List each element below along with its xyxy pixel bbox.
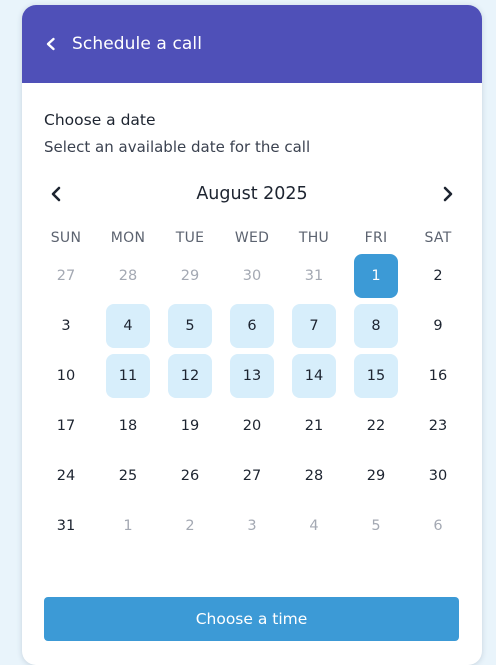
next-month-button[interactable] — [436, 182, 460, 206]
chevron-left-icon — [51, 186, 61, 202]
calendar-day[interactable]: 6 — [230, 304, 274, 348]
weekday-label: THU — [298, 230, 330, 246]
calendar-day: 2 — [433, 268, 443, 284]
content: Choose a date Select an available date f… — [22, 83, 482, 548]
calendar-day: 24 — [56, 468, 76, 484]
calendar-day[interactable]: 7 — [292, 304, 336, 348]
calendar-day[interactable]: 13 — [230, 354, 274, 398]
calendar-day[interactable]: 15 — [354, 354, 398, 398]
calendar-day: 17 — [56, 418, 76, 434]
calendar-day: 2 — [185, 518, 195, 534]
calendar-day: 3 — [61, 318, 71, 334]
calendar-day: 9 — [433, 318, 443, 334]
month-label: August 2025 — [196, 184, 308, 204]
schedule-call-card: Schedule a call Choose a date Select an … — [22, 5, 482, 665]
calendar-day: 20 — [242, 418, 262, 434]
section-subtitle: Select an available date for the call — [44, 138, 311, 156]
header-bar: Schedule a call — [22, 5, 482, 83]
chevron-right-icon — [443, 186, 453, 202]
calendar-day-selected[interactable]: 1 — [354, 254, 398, 298]
weekday-label: WED — [234, 230, 270, 246]
calendar-day[interactable]: 11 — [106, 354, 150, 398]
calendar-day: 23 — [428, 418, 448, 434]
back-button[interactable] — [40, 33, 62, 55]
calendar-day: 27 — [56, 268, 76, 284]
weekday-label: TUE — [175, 230, 205, 246]
calendar-day: 21 — [304, 418, 324, 434]
chevron-left-icon — [46, 37, 55, 51]
calendar-day: 22 — [366, 418, 386, 434]
calendar-day: 19 — [180, 418, 200, 434]
calendar-day[interactable]: 12 — [168, 354, 212, 398]
calendar-day[interactable]: 8 — [354, 304, 398, 348]
previous-month-button[interactable] — [44, 182, 68, 206]
calendar-day: 29 — [180, 268, 200, 284]
calendar-grid: 27 28 29 30 31 1 2 3 4 5 6 7 8 9 10 11 12 13 14 15 16 17 18 19 2… — [44, 254, 460, 548]
calendar-day: 28 — [304, 468, 324, 484]
calendar-day: 31 — [56, 518, 76, 534]
section-title: Choose a date — [44, 111, 156, 129]
calendar-day: 6 — [433, 518, 443, 534]
calendar-day: 29 — [366, 468, 386, 484]
choose-time-button[interactable]: Choose a time — [44, 597, 459, 641]
calendar-day: 25 — [118, 468, 138, 484]
weekday-label: SAT — [424, 230, 452, 246]
calendar-day: 26 — [180, 468, 200, 484]
weekday-label: MON — [110, 230, 146, 246]
page-title: Schedule a call — [72, 34, 203, 54]
calendar-day: 3 — [247, 518, 257, 534]
calendar-day: 5 — [371, 518, 381, 534]
calendar-day[interactable]: 5 — [168, 304, 212, 348]
calendar-day[interactable]: 14 — [292, 354, 336, 398]
calendar-day: 30 — [242, 268, 262, 284]
calendar-day: 18 — [118, 418, 138, 434]
calendar-day[interactable]: 4 — [106, 304, 150, 348]
calendar-day: 1 — [123, 518, 133, 534]
calendar-day: 27 — [242, 468, 262, 484]
calendar-day: 28 — [118, 268, 138, 284]
calendar-day: 4 — [309, 518, 319, 534]
weekday-label: FRI — [364, 230, 388, 246]
calendar-day: 16 — [428, 368, 448, 384]
weekday-header-row: SUN MON TUE WED THU FRI SAT — [44, 230, 460, 246]
calendar-day: 31 — [304, 268, 324, 284]
calendar-day: 10 — [56, 368, 76, 384]
weekday-label: SUN — [50, 230, 82, 246]
calendar-day: 30 — [428, 468, 448, 484]
month-navigation: August 2025 — [44, 180, 460, 208]
